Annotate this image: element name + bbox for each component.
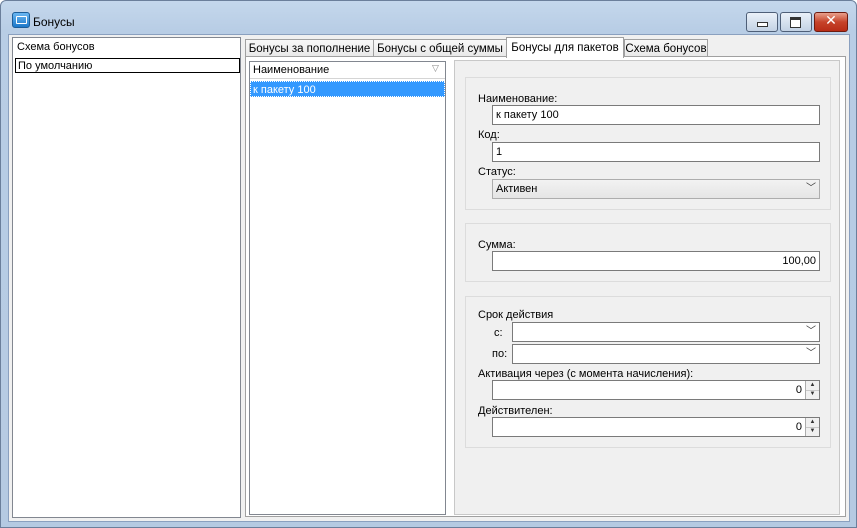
bonus-scheme-list[interactable]: Схема бонусов По умолчанию [12,37,241,518]
valid-stepper[interactable]: 0 ▲ ▼ [492,417,820,437]
package-bonus-list[interactable]: Наименование ▽ к пакету 100 [249,61,446,515]
from-label: с: [494,327,503,339]
app-icon [12,12,30,28]
code-label: Код: [478,129,500,141]
valid-value: 0 [795,421,802,433]
close-button[interactable]: ✕ [814,12,848,32]
client-area: Схема бонусов По умолчанию Бонусы за поп… [8,34,850,522]
bonuses-window: Бонусы ✕ Схема бонусов По умолчанию Бону… [0,0,857,528]
tab-total-sum-bonuses[interactable]: Бонусы с общей суммы [373,39,507,57]
activation-stepper[interactable]: 0 ▲ ▼ [492,380,820,400]
chevron-down-icon: ﹀ [806,348,816,359]
date-to-picker[interactable]: ﹀ [512,344,820,364]
minimize-button[interactable] [746,12,778,32]
maximize-icon [790,17,801,28]
spin-down-icon[interactable]: ▼ [806,390,819,399]
tab-topup-bonuses[interactable]: Бонусы за пополнение [245,39,374,57]
activation-value: 0 [795,384,802,396]
spin-down-icon[interactable]: ▼ [806,427,819,436]
list-column-header[interactable]: Наименование ▽ [250,62,445,79]
chevron-down-icon: ﹀ [806,326,816,337]
sort-indicator-icon: ▽ [432,64,439,74]
general-group: Наименование: к пакету 100 Код: 1 Статус… [465,77,831,210]
status-value: Активен [496,183,538,195]
detail-panel: Наименование: к пакету 100 Код: 1 Статус… [454,60,840,515]
minimize-icon [757,22,768,27]
tab-bonus-scheme[interactable]: Схема бонусов [624,39,708,57]
valid-label: Действителен: [478,405,553,417]
window-title: Бонусы [33,15,75,29]
bonus-scheme-item-default[interactable]: По умолчанию [15,58,240,73]
date-from-picker[interactable]: ﹀ [512,322,820,342]
activation-spin-buttons[interactable]: ▲ ▼ [805,381,819,399]
activation-label: Активация через (с момента начисления): [478,368,694,380]
name-field[interactable]: к пакету 100 [492,105,820,125]
title-bar[interactable]: Бонусы ✕ [1,1,856,35]
sum-group: Сумма: 100,00 [465,223,831,282]
sum-label: Сумма: [478,239,516,251]
package-bonuses-page: Наименование ▽ к пакету 100 Наименование… [245,56,846,517]
name-label: Наименование: [478,93,558,105]
column-name-label: Наименование [253,64,330,76]
chevron-down-icon: ﹀ [806,183,816,194]
sum-field[interactable]: 100,00 [492,251,820,271]
maximize-button[interactable] [780,12,812,32]
status-label: Статус: [478,166,516,178]
bonus-scheme-list-header: Схема бонусов [17,41,95,53]
status-select[interactable]: Активен ﹀ [492,179,820,199]
close-icon: ✕ [825,13,837,29]
list-item[interactable]: к пакету 100 [250,81,445,97]
tab-package-bonuses[interactable]: Бонусы для пакетов [506,37,624,58]
validity-label: Срок действия [478,309,554,321]
valid-spin-buttons[interactable]: ▲ ▼ [805,418,819,436]
tab-strip: Бонусы за пополнение Бонусы с общей сумм… [245,37,845,58]
validity-group: Срок действия с: ﹀ по: ﹀ Активация через… [465,296,831,448]
to-label: по: [492,348,508,360]
code-field[interactable]: 1 [492,142,820,162]
